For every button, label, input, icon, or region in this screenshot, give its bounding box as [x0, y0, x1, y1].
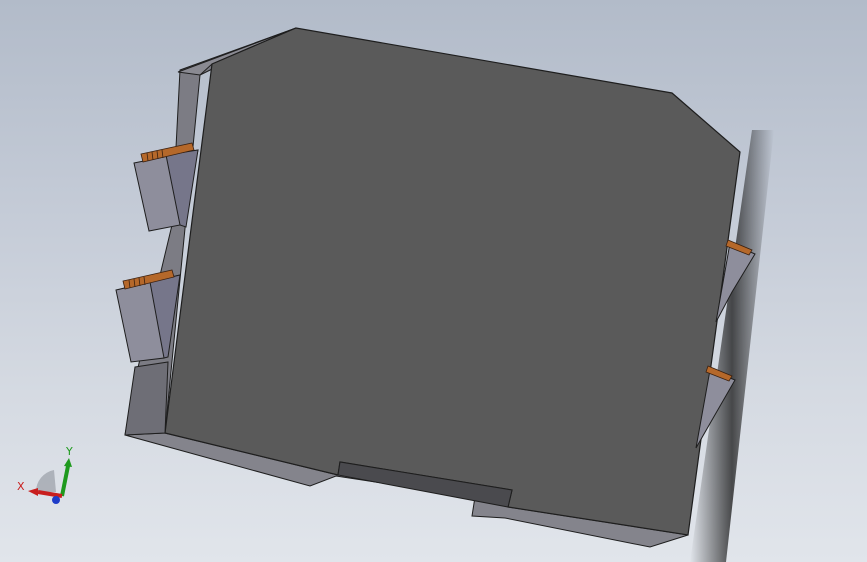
y-axis-arrow-icon: [60, 465, 70, 497]
triad-arc-icon: [35, 470, 56, 492]
x-axis-arrowhead-icon: [28, 488, 38, 496]
graphics-viewport[interactable]: Y X: [0, 0, 867, 562]
model-scene[interactable]: [0, 0, 867, 562]
y-axis-label: Y: [65, 445, 73, 458]
orientation-triad: Y X: [17, 445, 73, 504]
y-axis-arrowhead-icon: [64, 458, 72, 467]
z-axis-dot-icon: [52, 496, 60, 504]
terminal-block-left-top[interactable]: [133, 142, 199, 232]
x-axis-arrow-icon: [37, 490, 63, 498]
x-axis-label: X: [17, 480, 25, 493]
left-lower-step: [124, 361, 169, 436]
